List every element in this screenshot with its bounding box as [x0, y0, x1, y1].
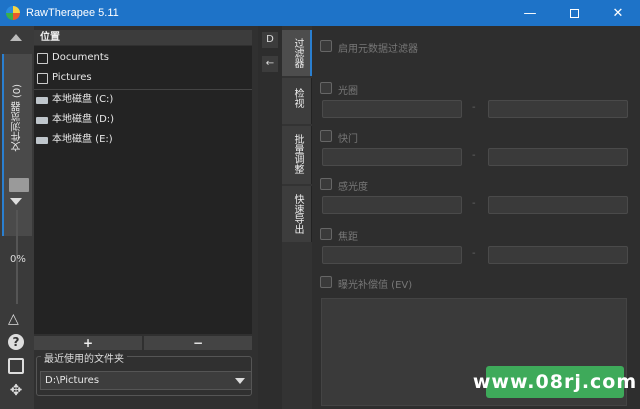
tab-batch-edit-label: 批量调整 — [292, 134, 303, 174]
shutter-label: 快门 — [338, 134, 358, 145]
window-title: RawTherapee 5.11 — [26, 7, 119, 19]
drive-item-d[interactable]: 本地磁盘 (D:) — [34, 112, 114, 128]
tab-filter-label: 过滤器 — [292, 38, 303, 68]
recent-folders-label: 最近使用的文件夹 — [41, 350, 127, 365]
folder-icon — [9, 178, 29, 192]
drive-icon — [36, 137, 48, 144]
focal-checkbox[interactable] — [320, 228, 332, 240]
collapse-up-button[interactable] — [10, 34, 22, 41]
place-item-documents[interactable]: Documents — [34, 50, 109, 66]
mid-tab-d[interactable]: D — [262, 32, 278, 48]
editor-icon[interactable]: △ — [8, 312, 24, 326]
place-label: Pictures — [52, 72, 92, 83]
iso-label: 感光度 — [338, 182, 368, 193]
collapse-down-button[interactable] — [10, 198, 22, 205]
back-arrow-icon[interactable]: ← — [262, 56, 278, 72]
range-dash: - — [472, 150, 476, 161]
minimize-button[interactable]: — — [508, 0, 552, 26]
tab-fast-export-label: 快速导出 — [292, 194, 303, 234]
tab-fast-export[interactable]: 快速导出 — [282, 186, 312, 242]
tab-filter[interactable]: 过滤器 — [282, 30, 312, 76]
add-place-button[interactable]: + — [34, 336, 142, 350]
shutter-checkbox[interactable] — [320, 130, 332, 142]
aperture-label: 光圈 — [338, 86, 358, 97]
iso-min-field[interactable] — [322, 196, 462, 214]
right-tab-bar: 过滤器 检视 批量调整 快速导出 — [282, 26, 312, 409]
exposure-comp-checkbox[interactable] — [320, 276, 332, 288]
iso-max-field[interactable] — [488, 196, 628, 214]
tab-inspect[interactable]: 检视 — [282, 78, 312, 124]
places-header: 位置 — [34, 30, 252, 45]
close-button[interactable]: ✕ — [596, 0, 640, 26]
drive-icon — [36, 117, 48, 124]
picture-icon — [37, 73, 48, 84]
close-icon: ✕ — [612, 5, 624, 21]
shutter-max-field[interactable] — [488, 148, 628, 166]
metadata-filter-label: 启用元数据过滤器 — [338, 44, 418, 55]
drive-icon — [36, 97, 48, 104]
maximize-icon — [569, 8, 579, 18]
tab-batch-edit[interactable]: 批量调整 — [282, 126, 312, 184]
app-logo-icon — [6, 6, 20, 20]
drive-label: 本地磁盘 (D:) — [52, 114, 115, 125]
fullscreen-icon[interactable]: ✥ — [8, 382, 24, 398]
drive-item-c[interactable]: 本地磁盘 (C:) — [34, 92, 113, 108]
range-dash: - — [472, 248, 476, 259]
place-item-pictures[interactable]: Pictures — [34, 70, 92, 86]
minimize-icon: — — [523, 5, 537, 21]
aperture-checkbox[interactable] — [320, 82, 332, 94]
tab-file-browser-label: 文件浏览器 (0) — [12, 84, 23, 152]
remove-place-button[interactable]: − — [144, 336, 252, 350]
range-dash: - — [472, 198, 476, 209]
exposure-comp-label: 曝光补偿值 (EV) — [338, 280, 413, 291]
range-dash: - — [472, 102, 476, 113]
aperture-max-field[interactable] — [488, 100, 628, 118]
chevron-down-icon — [235, 378, 245, 384]
left-sidebar: 文件浏览器 (0) 0% △ ? ✥ — [0, 26, 34, 409]
recent-folders-select[interactable]: D:\Pictures — [40, 371, 252, 390]
iso-checkbox[interactable] — [320, 178, 332, 190]
aperture-min-field[interactable] — [322, 100, 462, 118]
drive-label: 本地磁盘 (E:) — [52, 134, 113, 145]
file-browser-panel: 位置 Documents Pictures 本地磁盘 (C:) 本地磁盘 (D:… — [34, 26, 258, 409]
mid-tab-label: D — [266, 34, 274, 45]
watermark-logo: www.08rj.com — [473, 366, 636, 398]
help-icon[interactable]: ? — [8, 334, 24, 350]
maximize-button[interactable] — [552, 0, 596, 26]
thumbnail-area: D ← — [258, 26, 282, 409]
recent-folders-group: 最近使用的文件夹 D:\Pictures — [36, 350, 252, 396]
focal-min-field[interactable] — [322, 246, 462, 264]
shutter-min-field[interactable] — [322, 148, 462, 166]
place-label: Documents — [52, 52, 110, 63]
focal-label: 焦距 — [338, 232, 358, 243]
separator — [34, 89, 252, 90]
places-tree: Documents Pictures 本地磁盘 (C:) 本地磁盘 (D:) 本… — [34, 46, 252, 334]
drive-label: 本地磁盘 (C:) — [52, 94, 114, 105]
drive-item-e[interactable]: 本地磁盘 (E:) — [34, 132, 113, 148]
tab-file-browser[interactable]: 文件浏览器 (0) — [2, 54, 32, 236]
document-icon — [37, 53, 48, 64]
progress-label: 0% — [10, 254, 26, 265]
focal-max-field[interactable] — [488, 246, 628, 264]
recent-folder-value: D:\Pictures — [45, 375, 100, 386]
metadata-filter-checkbox[interactable] — [320, 40, 332, 52]
tab-inspect-label: 检视 — [292, 88, 303, 108]
title-bar: RawTherapee 5.11 — ✕ — [0, 0, 640, 26]
filter-panel: 启用元数据过滤器 光圈 - 快门 - 感光度 - 焦距 - 曝光补偿值 (EV) — [312, 26, 640, 409]
preferences-icon[interactable] — [8, 358, 24, 374]
